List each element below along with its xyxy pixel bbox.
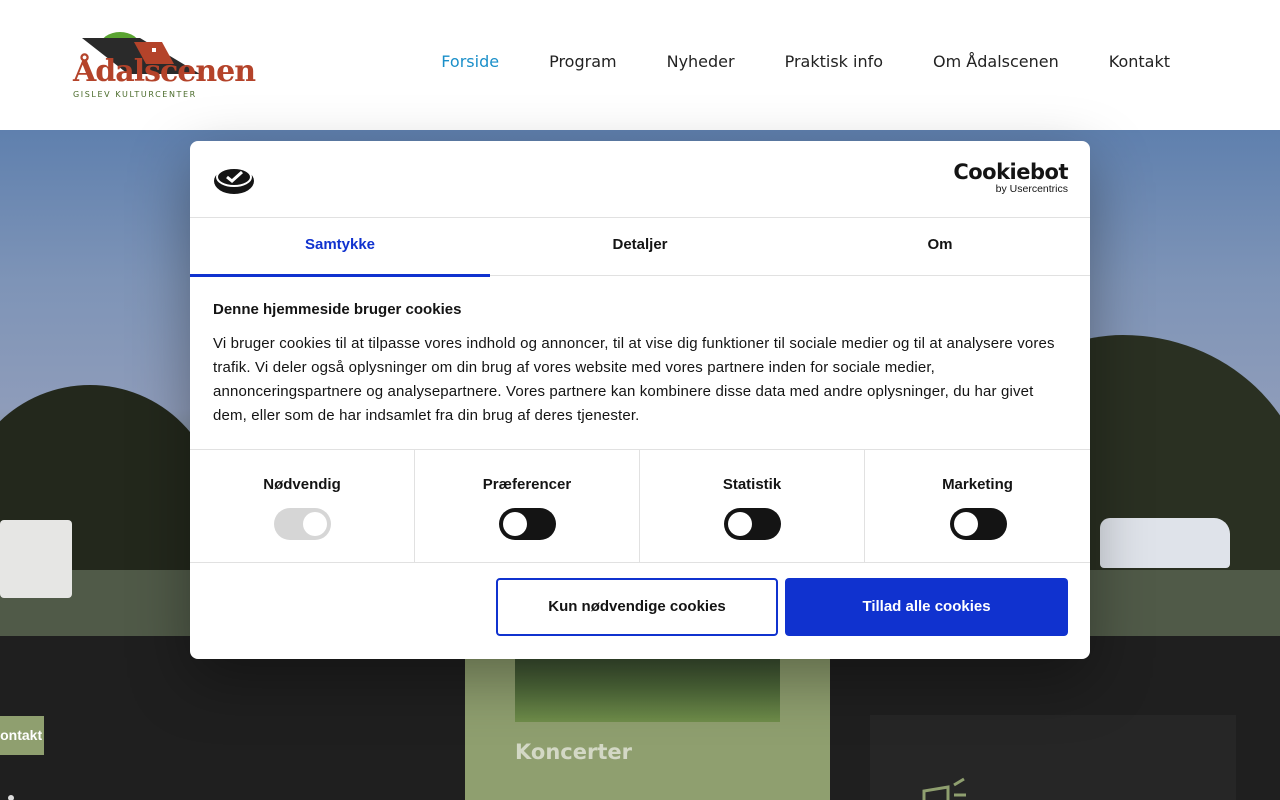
- cookie-consent-dialog: Cookiebot by Usercentrics Samtykke Detal…: [190, 141, 1090, 659]
- statistics-toggle[interactable]: [724, 508, 781, 540]
- nav-nyheder[interactable]: Nyheder: [667, 52, 735, 71]
- tab-om[interactable]: Om: [790, 218, 1090, 276]
- nav-forside[interactable]: Forside: [441, 52, 499, 71]
- category-necessary-label: Nødvendig: [263, 476, 341, 493]
- concert-card-title: Koncerter: [515, 740, 632, 764]
- dialog-actions: Kun nødvendige cookies Tillad alle cooki…: [190, 563, 1090, 659]
- dialog-header: Cookiebot by Usercentrics: [190, 141, 1090, 218]
- dialog-description: Vi bruger cookies til at tilpasse vores …: [213, 335, 1055, 424]
- toggle-knob: [728, 512, 752, 536]
- decorative-dot: [8, 795, 14, 800]
- nav-om-adalscenen[interactable]: Om Ådalscenen: [933, 52, 1059, 71]
- logo-text: Ådalscenen: [73, 54, 256, 89]
- site-logo[interactable]: Ådalscenen GISLEV KULTURCENTER: [70, 28, 256, 104]
- cookiebot-brand-name: Cookiebot: [953, 160, 1068, 184]
- cookiebot-logo-icon: [214, 167, 254, 194]
- hero-van: [1100, 518, 1230, 568]
- dialog-body: Denne hjemmeside bruger cookies Vi bruge…: [213, 301, 1068, 428]
- cookiebot-brand[interactable]: Cookiebot by Usercentrics: [953, 161, 1068, 195]
- category-marketing-label: Marketing: [942, 476, 1013, 493]
- contact-us-button[interactable]: Kontakt os: [0, 716, 44, 755]
- nav-kontakt[interactable]: Kontakt: [1109, 52, 1170, 71]
- toggle-knob: [503, 512, 527, 536]
- category-necessary: Nødvendig: [190, 450, 415, 563]
- category-preferences-label: Præferencer: [482, 476, 572, 493]
- category-statistics: Statistik: [640, 450, 865, 563]
- preferences-toggle[interactable]: [499, 508, 556, 540]
- tab-samtykke[interactable]: Samtykke: [190, 218, 490, 277]
- necessary-only-button[interactable]: Kun nødvendige cookies: [496, 578, 778, 636]
- toggle-knob: [303, 512, 327, 536]
- allow-all-button[interactable]: Tillad alle cookies: [785, 578, 1068, 636]
- concert-card[interactable]: Koncerter: [465, 636, 830, 800]
- cookiebot-brand-sub: by Usercentrics: [995, 183, 1068, 195]
- dialog-title: Denne hjemmeside bruger cookies: [213, 301, 462, 318]
- contact-us-label: Kontakt os: [0, 727, 44, 743]
- cookie-categories: Nødvendig Præferencer Statistik Marketin…: [190, 449, 1090, 563]
- category-marketing: Marketing: [865, 450, 1090, 563]
- main-nav: Forside Program Nyheder Praktisk info Om…: [391, 52, 1170, 71]
- marketing-toggle[interactable]: [949, 508, 1007, 540]
- category-statistics-label: Statistik: [722, 476, 782, 493]
- megaphone-icon: [922, 777, 966, 800]
- toggle-knob: [953, 512, 978, 536]
- nav-program[interactable]: Program: [549, 52, 617, 71]
- necessary-toggle: [274, 508, 331, 540]
- tab-detaljer[interactable]: Detaljer: [490, 218, 790, 276]
- site-header: Ådalscenen GISLEV KULTURCENTER Forside P…: [0, 0, 1280, 130]
- dialog-tabs: Samtykke Detaljer Om: [190, 218, 1090, 277]
- logo-subtitle: GISLEV KULTURCENTER: [73, 90, 197, 99]
- nav-praktisk-info[interactable]: Praktisk info: [785, 52, 883, 71]
- info-card[interactable]: [870, 715, 1236, 800]
- hero-trailer: [0, 520, 72, 598]
- category-preferences: Præferencer: [415, 450, 640, 563]
